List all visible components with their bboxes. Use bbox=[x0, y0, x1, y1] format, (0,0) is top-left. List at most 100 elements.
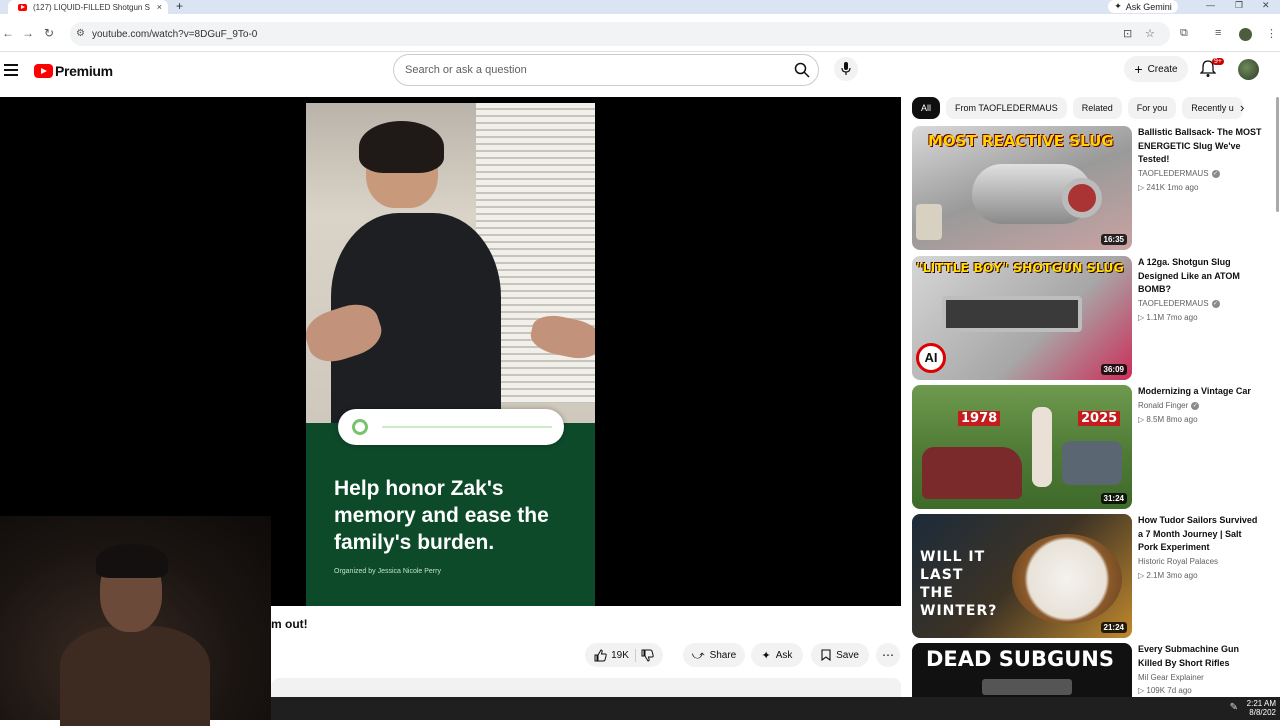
gemini-sparkle-icon: ✦ bbox=[1114, 1, 1122, 11]
chip-recently-uploaded[interactable]: Recently u bbox=[1182, 97, 1243, 119]
system-clock[interactable]: 2:21 AM 8/8/202 bbox=[1247, 699, 1276, 717]
create-button[interactable]: + Create bbox=[1124, 56, 1188, 82]
thumbnail-text-left: 1978 bbox=[958, 411, 1001, 426]
save-button[interactable]: Save bbox=[811, 643, 869, 667]
search-input[interactable]: Search or ask a question bbox=[405, 64, 527, 76]
youtube-logo[interactable]: Premium bbox=[34, 63, 113, 79]
channel-name-row[interactable]: TAOFLEDERMAUS ✓ bbox=[1138, 169, 1220, 178]
share-button[interactable]: ⤻ Share bbox=[683, 643, 745, 667]
video-frame[interactable]: Help honor Zak's memory and ease the fam… bbox=[306, 103, 595, 606]
thumbs-up-icon bbox=[594, 648, 607, 661]
recommendation-item[interactable]: MOST REACTIVE SLUG 16:35 Ballistic Balls… bbox=[912, 126, 1262, 250]
recommendation-item[interactable]: 1978 2025 31:24 Modernizing a Vintage Ca… bbox=[912, 385, 1262, 509]
channel-name-row[interactable]: Ronald Finger ✓ bbox=[1138, 401, 1200, 410]
channel-name[interactable]: Ronald Finger bbox=[1138, 401, 1188, 410]
like-button[interactable]: 19K bbox=[594, 648, 636, 662]
ask-button[interactable]: ✦ Ask bbox=[751, 643, 803, 667]
search-icon[interactable] bbox=[794, 62, 810, 78]
ai-badge: AI bbox=[916, 343, 946, 373]
thumbnail-text-right: 2025 bbox=[1078, 411, 1121, 426]
verified-check-icon: ✓ bbox=[1191, 401, 1200, 410]
view-meta: ▷ 109K 7d ago bbox=[1138, 686, 1192, 695]
browser-tab[interactable]: (127) LIQUID-FILLED Shotgun S × bbox=[8, 0, 168, 14]
more-actions-button[interactable]: ⋯ bbox=[876, 643, 900, 667]
window-close-icon[interactable]: ✕ bbox=[1262, 0, 1270, 11]
back-icon[interactable]: ← bbox=[2, 26, 14, 40]
video-thumbnail[interactable]: DEAD SUBGUNS bbox=[912, 643, 1132, 697]
tray-pen-icon[interactable]: ✎ bbox=[1230, 702, 1238, 713]
clock-time: 2:21 AM bbox=[1246, 699, 1276, 708]
duration-badge: 36:09 bbox=[1100, 364, 1127, 375]
chip-from-channel[interactable]: From TAOFLEDERMAUS bbox=[946, 97, 1067, 119]
chip-all[interactable]: All bbox=[912, 97, 941, 119]
voice-search-button[interactable] bbox=[834, 57, 858, 81]
install-icon[interactable]: ⊡ bbox=[1123, 27, 1132, 40]
youtube-play-icon bbox=[34, 64, 53, 78]
recommendation-title[interactable]: Modernizing a Vintage Car bbox=[1138, 385, 1262, 399]
extensions-icon[interactable]: ⧉ bbox=[1180, 27, 1188, 40]
recommendation-title[interactable]: A 12ga. Shotgun Slug Designed Like an AT… bbox=[1138, 256, 1262, 297]
thumbnail-text: MOST REACTIVE SLUG bbox=[928, 132, 1114, 150]
recommendation-title[interactable]: Ballistic Ballsack- The MOST ENERGETIC S… bbox=[1138, 126, 1262, 167]
account-avatar[interactable] bbox=[1238, 59, 1259, 80]
notification-badge: 9+ bbox=[1212, 58, 1224, 65]
recommendation-title[interactable]: Every Submachine Gun Killed By Short Rif… bbox=[1138, 643, 1262, 670]
ask-gemini-button[interactable]: ✦ Ask Gemini bbox=[1108, 0, 1178, 13]
fundraiser-organizer: Organized by Jessica Nicole Perry bbox=[334, 568, 441, 575]
ask-label: Ask bbox=[775, 649, 793, 661]
channel-name[interactable]: TAOFLEDERMAUS bbox=[1138, 169, 1209, 178]
video-title: m out! bbox=[271, 617, 308, 631]
minimize-icon[interactable]: — bbox=[1206, 0, 1215, 10]
duration-badge: 21:24 bbox=[1100, 622, 1127, 633]
channel-name-row[interactable]: TAOFLEDERMAUS ✓ bbox=[1138, 299, 1220, 308]
channel-name-row[interactable]: Mil Gear Explainer bbox=[1138, 673, 1204, 682]
video-thumbnail[interactable]: MOST REACTIVE SLUG 16:35 bbox=[912, 126, 1132, 250]
bookmark-star-icon[interactable]: ☆ bbox=[1145, 27, 1155, 40]
chevron-right-icon[interactable]: › bbox=[1240, 100, 1244, 115]
link-icon bbox=[352, 419, 368, 435]
chip-for-you[interactable]: For you bbox=[1127, 97, 1177, 119]
thumbnail-text: DEAD SUBGUNS bbox=[926, 647, 1114, 671]
profile-avatar[interactable] bbox=[1239, 28, 1252, 41]
thumbnail-text: "LITTLE BOY" SHOTGUN SLUG bbox=[916, 260, 1124, 275]
duration-badge: 16:35 bbox=[1100, 234, 1127, 245]
recommendation-item[interactable]: AI "LITTLE BOY" SHOTGUN SLUG 36:09 A 12g… bbox=[912, 256, 1262, 380]
url-text: youtube.com/watch?v=8DGuF_9To-0 bbox=[92, 28, 258, 40]
video-thumbnail[interactable]: 1978 2025 31:24 bbox=[912, 385, 1132, 509]
new-tab-button[interactable]: + bbox=[176, 0, 183, 12]
search-box[interactable]: Search or ask a question bbox=[393, 54, 819, 86]
tab-close-icon[interactable]: × bbox=[157, 2, 162, 12]
clock-date: 8/8/202 bbox=[1249, 708, 1276, 717]
video-thumbnail[interactable]: AI "LITTLE BOY" SHOTGUN SLUG 36:09 bbox=[912, 256, 1132, 380]
media-control-icon[interactable]: ≡ bbox=[1215, 27, 1221, 39]
video-thumbnail[interactable]: WILL IT LAST THE WINTER? 21:24 bbox=[912, 514, 1132, 638]
tab-title: (127) LIQUID-FILLED Shotgun S bbox=[33, 2, 150, 12]
ask-gemini-label: Ask Gemini bbox=[1125, 1, 1172, 12]
logo-text: Premium bbox=[55, 63, 113, 79]
recommendation-title[interactable]: How Tudor Sailors Survived a 7 Month Jou… bbox=[1138, 514, 1262, 555]
forward-icon[interactable]: → bbox=[22, 26, 34, 40]
restore-icon[interactable]: ❐ bbox=[1235, 0, 1243, 11]
microphone-icon bbox=[841, 62, 851, 75]
recommendation-item[interactable]: DEAD SUBGUNS Every Submachine Gun Killed… bbox=[912, 643, 1262, 697]
thumbnail-text: WILL IT LAST THE WINTER? bbox=[920, 549, 998, 619]
channel-name[interactable]: Mil Gear Explainer bbox=[1138, 673, 1204, 682]
reload-icon[interactable]: ↻ bbox=[44, 26, 54, 40]
view-meta: ▷ 1.1M 7mo ago bbox=[1138, 313, 1198, 322]
channel-name[interactable]: Historic Royal Palaces bbox=[1138, 557, 1218, 566]
site-info-icon[interactable]: ⚙ bbox=[76, 28, 85, 39]
channel-name[interactable]: TAOFLEDERMAUS bbox=[1138, 299, 1209, 308]
address-bar[interactable]: ⚙ youtube.com/watch?v=8DGuF_9To-0 bbox=[70, 22, 1170, 46]
menu-icon[interactable] bbox=[4, 64, 18, 76]
duration-badge: 31:24 bbox=[1100, 493, 1127, 504]
more-menu-icon[interactable]: ⋮ bbox=[1266, 27, 1277, 40]
page-scrollbar[interactable] bbox=[1276, 97, 1279, 212]
view-meta: ▷ 2.1M 3mo ago bbox=[1138, 571, 1198, 580]
video-scene bbox=[306, 103, 595, 423]
chip-related[interactable]: Related bbox=[1072, 97, 1122, 119]
recommendation-item[interactable]: WILL IT LAST THE WINTER? 21:24 How Tudor… bbox=[912, 514, 1262, 638]
like-dislike-group: 19K bbox=[585, 643, 663, 667]
webcam-overlay bbox=[0, 516, 271, 726]
thumbs-down-icon[interactable] bbox=[641, 649, 654, 662]
channel-name-row[interactable]: Historic Royal Palaces bbox=[1138, 557, 1218, 566]
